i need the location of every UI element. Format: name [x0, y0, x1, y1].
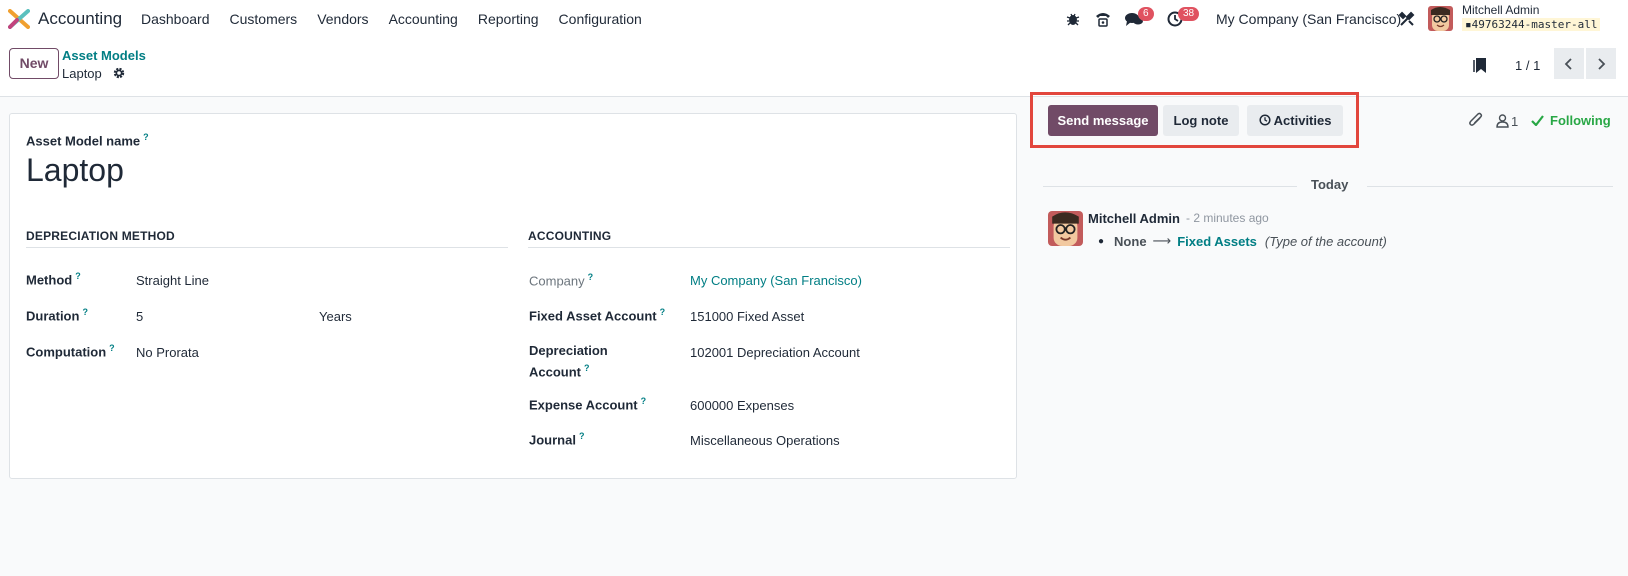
- menu-configuration[interactable]: Configuration: [559, 11, 642, 27]
- help-icon[interactable]: ?: [82, 307, 88, 317]
- depreciation-account-label-line2: Account?: [529, 363, 590, 380]
- chevron-right-icon: [1598, 57, 1606, 70]
- arrow-right-icon: ⟶: [1152, 233, 1172, 248]
- duration-label: Duration?: [26, 307, 88, 324]
- app-name[interactable]: Accounting: [38, 9, 122, 29]
- asset-model-name-label: Asset Model name?: [26, 132, 149, 149]
- help-icon[interactable]: ?: [579, 431, 585, 441]
- activities-button[interactable]: Activities: [1247, 105, 1343, 136]
- main-menu: Dashboard Customers Vendors Accounting R…: [141, 11, 662, 27]
- journal-label: Journal?: [529, 431, 585, 448]
- date-separator: Today: [1043, 177, 1613, 197]
- pager-value[interactable]: 1 / 1: [1515, 58, 1540, 73]
- messages-badge: 6: [1138, 7, 1154, 21]
- bookmark-icon[interactable]: [1473, 57, 1487, 74]
- help-icon[interactable]: ?: [584, 363, 590, 373]
- depreciation-account-label-line1: Depreciation: [529, 343, 608, 358]
- asset-model-name-field[interactable]: Laptop: [26, 152, 124, 189]
- duration-unit-field[interactable]: Years: [319, 309, 352, 324]
- database-icon: ▪: [1465, 18, 1472, 31]
- user-name[interactable]: Mitchell Admin: [1462, 3, 1539, 17]
- breadcrumb-asset-models[interactable]: Asset Models: [62, 48, 146, 63]
- log-note-button[interactable]: Log note: [1163, 105, 1239, 136]
- help-icon[interactable]: ?: [641, 396, 647, 406]
- followers-user-icon[interactable]: [1496, 114, 1509, 128]
- accounting-section-title: ACCOUNTING: [528, 229, 612, 243]
- menu-vendors[interactable]: Vendors: [317, 11, 368, 27]
- form-sheet: Asset Model name? Laptop DEPRECIATION ME…: [9, 113, 1017, 479]
- company-label: Company?: [529, 272, 594, 289]
- section-divider: [528, 247, 1010, 248]
- menu-accounting[interactable]: Accounting: [389, 11, 458, 27]
- company-field[interactable]: My Company (San Francisco): [690, 273, 862, 288]
- chatter-actions-highlight: Send message Log note Activities: [1030, 92, 1359, 148]
- section-divider: [26, 247, 508, 248]
- computation-field[interactable]: No Prorata: [136, 345, 199, 360]
- help-icon[interactable]: ?: [588, 272, 594, 282]
- date-separator-label: Today: [1311, 177, 1349, 192]
- message-author-avatar[interactable]: [1048, 211, 1083, 246]
- accounting-app-icon[interactable]: [8, 9, 30, 29]
- duration-field[interactable]: 5: [136, 309, 143, 324]
- clock-icon: [1258, 114, 1271, 126]
- phone-icon[interactable]: [1094, 10, 1112, 28]
- tracking-field-name: (Type of the account): [1264, 233, 1387, 249]
- database-name: ▪49763244-master-all: [1462, 18, 1601, 31]
- depreciation-section-title: DEPRECIATION METHOD: [26, 229, 175, 243]
- breadcrumb-current: Laptop: [62, 66, 102, 81]
- tracking-value-line: ● None ⟶ Fixed Assets (Type of the accou…: [1098, 233, 1387, 249]
- depreciation-account-field[interactable]: 102001 Depreciation Account: [690, 345, 860, 360]
- pager-previous-button[interactable]: [1554, 48, 1584, 79]
- followers-count[interactable]: 1: [1511, 114, 1518, 129]
- computation-label: Computation?: [26, 343, 115, 360]
- chevron-left-icon: [1564, 57, 1572, 70]
- message-time: - 2 minutes ago: [1186, 211, 1269, 225]
- pager-next-button[interactable]: [1586, 48, 1616, 79]
- fixed-asset-account-label: Fixed Asset Account?: [529, 307, 666, 324]
- new-button[interactable]: New: [9, 48, 59, 79]
- menu-reporting[interactable]: Reporting: [478, 11, 539, 27]
- expense-account-label: Expense Account?: [529, 396, 647, 413]
- menu-customers[interactable]: Customers: [230, 11, 298, 27]
- method-field[interactable]: Straight Line: [136, 273, 209, 288]
- tools-icon[interactable]: [1399, 11, 1415, 27]
- fixed-asset-account-field[interactable]: 151000 Fixed Asset: [690, 309, 804, 324]
- bullet: ●: [1098, 235, 1105, 247]
- company-switcher[interactable]: My Company (San Francisco): [1216, 11, 1401, 27]
- tracking-old-value: None: [1114, 233, 1147, 249]
- paperclip-icon[interactable]: [1468, 112, 1484, 129]
- user-avatar[interactable]: [1428, 6, 1453, 31]
- gear-icon[interactable]: [113, 67, 125, 79]
- debug-bug-icon[interactable]: [1066, 12, 1080, 26]
- expense-account-field[interactable]: 600000 Expenses: [690, 398, 794, 413]
- help-icon[interactable]: ?: [109, 343, 115, 353]
- message-author[interactable]: Mitchell Admin: [1088, 211, 1180, 226]
- method-label: Method?: [26, 271, 81, 288]
- help-icon[interactable]: ?: [143, 132, 149, 142]
- journal-field[interactable]: Miscellaneous Operations: [690, 433, 840, 448]
- help-icon[interactable]: ?: [660, 307, 666, 317]
- following-button[interactable]: Following: [1550, 113, 1611, 128]
- control-panel: New Asset Models Laptop 1 / 1: [0, 38, 1628, 97]
- send-message-button[interactable]: Send message: [1048, 105, 1158, 136]
- tracking-new-value: Fixed Assets: [1177, 233, 1257, 249]
- help-icon[interactable]: ?: [75, 271, 81, 281]
- top-navbar: Accounting Dashboard Customers Vendors A…: [0, 0, 1628, 38]
- check-icon: [1531, 115, 1544, 126]
- activities-badge: 38: [1178, 7, 1200, 21]
- menu-dashboard[interactable]: Dashboard: [141, 11, 210, 27]
